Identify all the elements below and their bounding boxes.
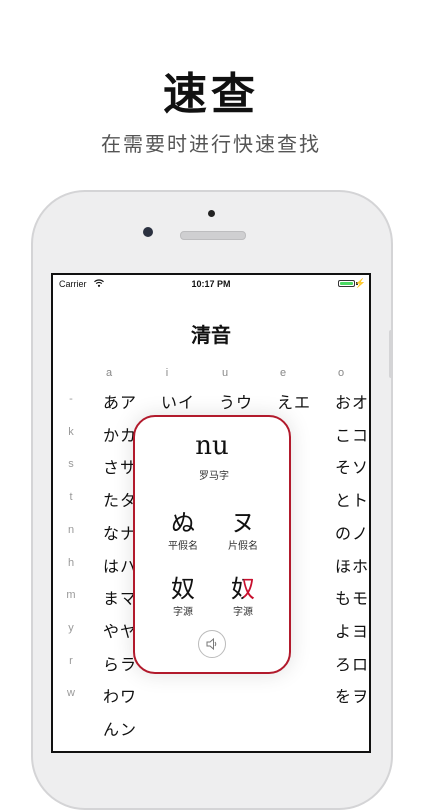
hiragana-origin-char: 奴 — [171, 575, 195, 603]
katakana-origin-label: 字源 — [233, 607, 253, 618]
kana-cell[interactable]: こコ — [323, 422, 369, 446]
play-sound-button[interactable] — [198, 630, 226, 658]
kana-detail-card: nu 罗马字 ぬ ヌ 平假名 片假名 奴 奴 字源 字源 — [133, 415, 291, 674]
kana-cell[interactable]: よヨ — [323, 618, 369, 642]
row-label: h — [67, 556, 75, 569]
kana-cell[interactable]: そソ — [323, 454, 369, 478]
hiragana-origin-label: 字源 — [173, 607, 193, 618]
hiragana-label: 平假名 — [168, 541, 198, 552]
front-camera — [143, 227, 153, 237]
kana-cell[interactable]: わワ — [91, 683, 149, 707]
row-label: k — [68, 425, 74, 438]
status-time: 10:17 PM — [191, 279, 231, 289]
vowel-header: u — [221, 367, 229, 379]
vowel-header: a — [105, 367, 113, 379]
row-label: n — [67, 523, 75, 536]
kana-cell[interactable]: うウ — [207, 389, 265, 413]
kana-cell[interactable]: とト — [323, 487, 369, 511]
promo-subtitle: 在需要时进行快速查找 — [101, 132, 321, 156]
promo-title: 速查 — [163, 69, 259, 120]
hiragana-char: ぬ — [171, 509, 195, 537]
romaji-value: nu — [195, 431, 229, 461]
row-label: r — [69, 654, 73, 667]
page-title: 清音 — [191, 323, 231, 347]
charging-bolt-icon: ⚡ — [354, 278, 366, 288]
vowel-header: i — [165, 367, 169, 379]
kana-cell[interactable]: ろロ — [323, 651, 369, 675]
row-label: m — [66, 589, 76, 602]
vowel-header: o — [337, 367, 345, 379]
kana-cell[interactable]: のノ — [323, 520, 369, 544]
kana-cell[interactable]: ほホ — [323, 553, 369, 577]
katakana-char: ヌ — [231, 509, 255, 537]
row-label: - — [69, 393, 73, 405]
row-label: y — [68, 621, 74, 634]
katakana-origin-char: 奴 — [213, 569, 273, 604]
kana-cell[interactable]: もモ — [323, 585, 369, 609]
side-button — [389, 330, 393, 378]
kana-cell[interactable]: いイ — [149, 389, 207, 413]
romaji-label: 罗马字 — [199, 471, 229, 482]
battery-icon — [338, 280, 355, 287]
row-label: w — [67, 687, 75, 700]
row-label: t — [69, 491, 73, 504]
kana-cell[interactable]: をヲ — [323, 683, 369, 707]
katakana-label: 片假名 — [228, 541, 258, 552]
speaker-icon — [206, 637, 217, 651]
status-bar: Carrier 10:17 PM ⚡ — [53, 275, 369, 295]
earpiece-speaker — [180, 231, 246, 240]
kana-cell[interactable]: あア — [91, 389, 149, 413]
kana-cell[interactable]: おオ — [323, 389, 369, 413]
katakana-origin-text: 奴 — [231, 575, 255, 603]
vowel-header: e — [279, 367, 287, 379]
row-label: s — [68, 458, 74, 471]
kana-cell[interactable]: んン — [91, 716, 149, 740]
kana-cell[interactable]: えエ — [265, 389, 323, 413]
front-sensor — [208, 210, 215, 217]
